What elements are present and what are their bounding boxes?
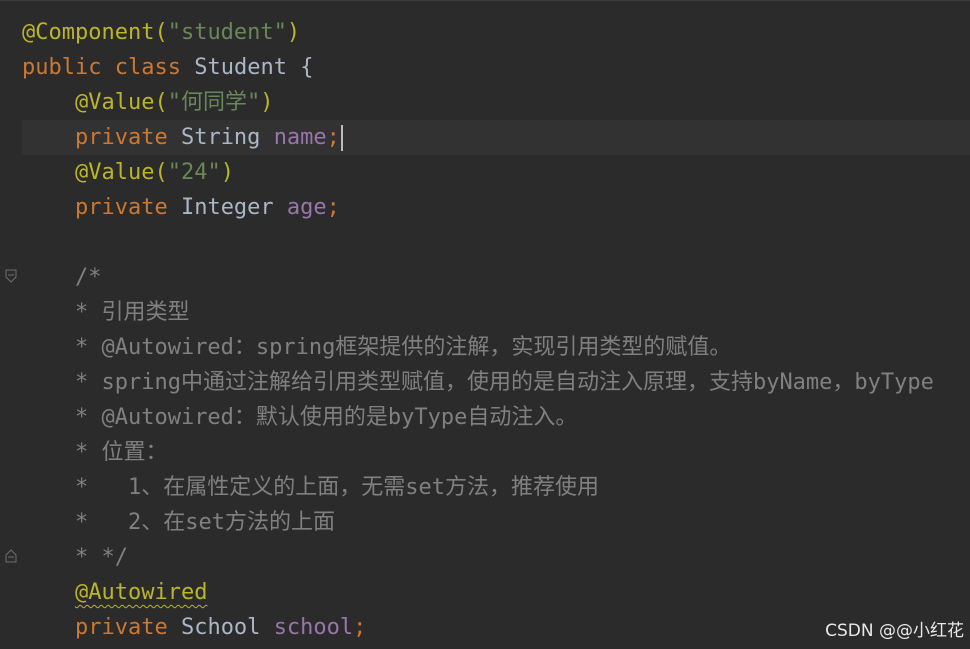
comment-line-9[interactable]: * */ xyxy=(22,540,970,575)
semicolon: ; xyxy=(326,125,340,150)
string-age-value: "24" xyxy=(167,160,221,185)
comment-text: /* xyxy=(74,265,102,290)
code-line-4-current[interactable]: private String name; xyxy=(22,120,970,155)
annotation-autowired[interactable]: @Autowired xyxy=(75,580,207,605)
annotation-close: ) xyxy=(220,160,234,185)
comment-line-3[interactable]: * @Autowired：spring框架提供的注解，实现引用类型的赋值。 xyxy=(22,330,970,365)
comment-text: * 引用类型 xyxy=(74,300,190,325)
comment-text: * @Autowired：spring框架提供的注解，实现引用类型的赋值。 xyxy=(74,335,732,360)
comment-text: * 位置： xyxy=(74,440,168,465)
type-school: School xyxy=(180,615,261,640)
keyword-public: public xyxy=(22,55,102,80)
editor-gutter xyxy=(0,1,22,649)
comment-line-4[interactable]: * spring中通过注解给引用类型赋值，使用的是自动注入原理，支持byName… xyxy=(22,365,970,400)
annotation-close: ) xyxy=(286,20,301,45)
field-age: age xyxy=(286,195,327,220)
code-line-1[interactable]: @Component("student") xyxy=(22,15,970,50)
type-integer: Integer xyxy=(180,195,274,220)
fold-end-icon[interactable] xyxy=(5,549,17,563)
comment-text: * */ xyxy=(74,545,128,570)
text-caret xyxy=(340,125,343,151)
keyword-private: private xyxy=(74,615,168,640)
semicolon: ; xyxy=(353,615,367,640)
comment-text: * 1、在属性定义的上面，无需set方法，推荐使用 xyxy=(74,475,599,500)
code-line-6[interactable]: private Integer age; xyxy=(22,190,970,225)
type-string: String xyxy=(180,125,261,150)
code-editor[interactable]: @Component("student") public class Stude… xyxy=(0,0,970,649)
field-school: school xyxy=(273,615,354,640)
field-name: name xyxy=(273,125,327,150)
comment-line-7[interactable]: * 1、在属性定义的上面，无需set方法，推荐使用 xyxy=(22,470,970,505)
annotation-value-age: @Value( xyxy=(74,160,168,185)
code-line-2[interactable]: public class Student { xyxy=(22,50,970,85)
string-student: "student" xyxy=(167,20,287,45)
code-line-3[interactable]: @Value("何同学") xyxy=(22,85,970,120)
keyword-class: class xyxy=(114,55,181,80)
comment-text: * @Autowired：默认使用的是byType自动注入。 xyxy=(74,405,578,430)
fold-start-icon[interactable] xyxy=(5,269,17,283)
comment-text: * spring中通过注解给引用类型赋值，使用的是自动注入原理，支持byName… xyxy=(74,370,934,395)
semicolon: ; xyxy=(326,195,340,220)
open-brace: { xyxy=(300,55,314,80)
annotation-close: ) xyxy=(260,90,274,115)
comment-text: * 2、在set方法的上面 xyxy=(74,510,335,535)
code-line-5[interactable]: @Value("24") xyxy=(22,155,970,190)
annotation-component: @Component( xyxy=(22,20,168,45)
code-line-autowired[interactable]: @Autowired xyxy=(22,575,970,610)
comment-line-1[interactable]: /* xyxy=(22,260,970,295)
keyword-private: private xyxy=(74,195,168,220)
csdn-watermark: CSDN @@小红花 xyxy=(825,621,964,641)
comment-line-5[interactable]: * @Autowired：默认使用的是byType自动注入。 xyxy=(22,400,970,435)
string-name-value: "何同学" xyxy=(167,90,261,115)
annotation-value-name: @Value( xyxy=(74,90,168,115)
comment-line-8[interactable]: * 2、在set方法的上面 xyxy=(22,505,970,540)
comment-line-2[interactable]: * 引用类型 xyxy=(22,295,970,330)
comment-line-6[interactable]: * 位置： xyxy=(22,435,970,470)
keyword-private: private xyxy=(74,125,168,150)
class-name: Student xyxy=(194,55,287,80)
